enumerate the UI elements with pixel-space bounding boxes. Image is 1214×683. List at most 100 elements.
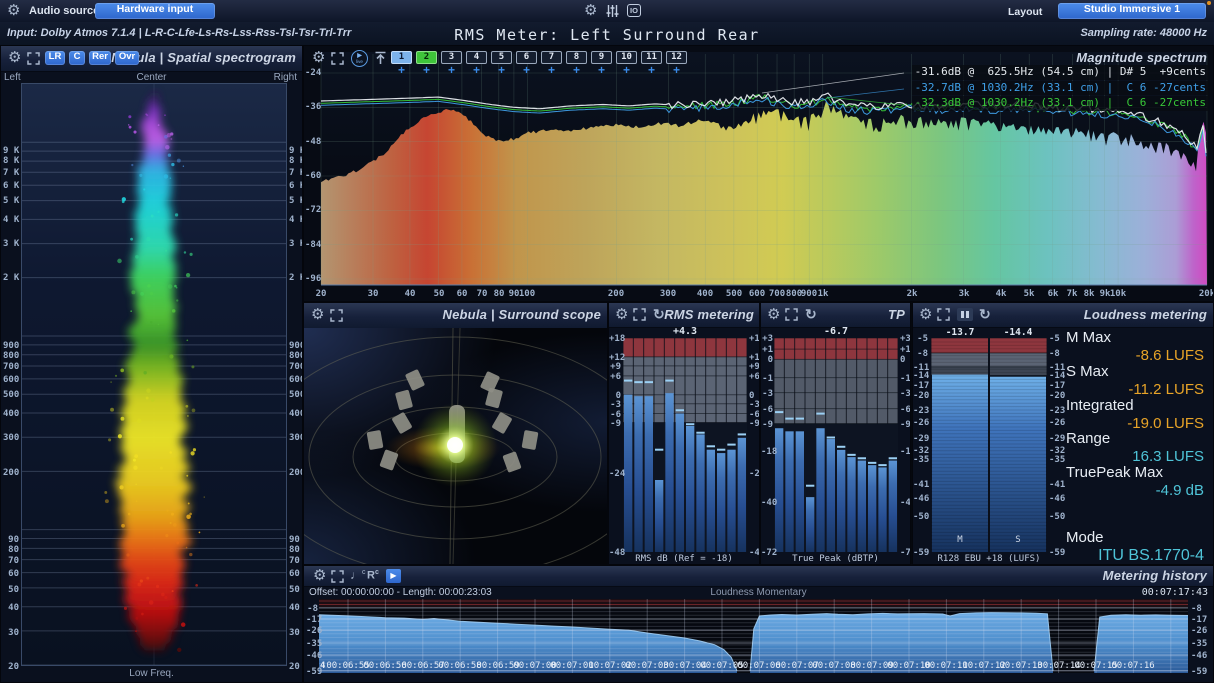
freq-tick-label: 30 <box>358 289 388 299</box>
meter-tick-label: +18 <box>749 334 760 344</box>
spectrum-slot-add-button-6[interactable]: + <box>516 63 537 75</box>
loudness-reset-icon[interactable] <box>979 307 991 321</box>
channel-button-c[interactable]: C <box>69 51 85 65</box>
mixer-icon[interactable] <box>606 4 619 18</box>
meter-tick-label: +3 <box>900 334 911 344</box>
meter-tick-label: -50 <box>1049 512 1064 522</box>
tp-meter-bars[interactable] <box>774 338 898 552</box>
freq-tick-label: 90 <box>289 535 303 545</box>
tp-settings-gear-icon[interactable] <box>767 307 780 322</box>
tp-fullscreen-icon[interactable] <box>785 308 798 321</box>
rms-title: RMS metering <box>664 307 754 322</box>
spectrum-slot-add-button-4[interactable]: + <box>466 63 487 75</box>
loudness-stat-label: TruePeak Max <box>1066 464 1163 481</box>
live-mode-button[interactable]: ▶live <box>351 50 368 67</box>
history-settings-gear-icon[interactable] <box>313 568 326 583</box>
loudness-s-value: -14.4 <box>989 327 1047 338</box>
freq-tick-label: 700 <box>3 362 19 372</box>
meter-tick-label: +3 <box>761 334 773 344</box>
spectrum-slot-add-button-10[interactable]: + <box>616 63 637 75</box>
meter-tick-label: +6 <box>609 372 621 382</box>
db-tick-label: -84 <box>305 240 319 250</box>
meter-tick-label: -41 <box>913 480 928 490</box>
pan-right-label: Right <box>274 72 297 83</box>
spectrum-readout: -31.6dB @ 625.5Hz (54.5 cm) | D# 5 +9cen… <box>912 65 1209 80</box>
freq-tick-label: 2 K <box>3 273 19 283</box>
freq-tick-label: 80 <box>3 545 19 555</box>
spectrum-readout-block: -31.6dB @ 625.5Hz (54.5 cm) | D# 5 +9cen… <box>912 65 1209 112</box>
tp-reset-icon[interactable] <box>805 307 817 321</box>
freq-tick-label: 20k <box>1192 289 1214 299</box>
scope-fullscreen-icon[interactable] <box>330 309 343 322</box>
scope-title: Nebula | Surround scope <box>443 307 601 322</box>
channel-button-lr[interactable]: LR <box>45 51 65 65</box>
meter-tick-label: -9 <box>749 419 760 429</box>
rms-meter-bars[interactable] <box>623 338 747 552</box>
channel-button-rer[interactable]: Rer <box>89 51 111 65</box>
tp-axis-label: True Peak (dBTP) <box>761 554 910 564</box>
history-series-label: Loudness Momentary <box>304 587 1213 598</box>
spectrum-settings-gear-icon[interactable] <box>312 50 325 65</box>
spectrum-slot-add-button-3[interactable]: + <box>441 63 462 75</box>
freq-tick-label: 20 <box>306 289 336 299</box>
spectrogram-fullscreen-icon[interactable] <box>27 52 40 65</box>
history-header <box>304 566 1213 587</box>
spectrum-slot-add-button-1[interactable]: + <box>391 63 412 75</box>
spectrum-slot-add-button-12[interactable]: + <box>666 63 687 75</box>
io-routing-icon[interactable]: IO <box>627 4 641 17</box>
freq-tick-label: 1k <box>808 289 838 299</box>
meter-tick-label: -5 <box>913 334 928 344</box>
meter-tick-label: -59 <box>1049 548 1064 558</box>
spectrum-slot-add-button-7[interactable]: + <box>541 63 562 75</box>
rms-axis-label: RMS dB (Ref = -18) <box>609 554 759 564</box>
sampling-rate-label: Sampling rate: 48000 Hz <box>1080 27 1207 39</box>
status-indicator-dot <box>1207 1 1211 5</box>
freq-tick-label: 900 <box>3 341 19 351</box>
loudness-stat-label: Integrated <box>1066 397 1134 414</box>
loudness-meter-bars[interactable] <box>931 338 1047 552</box>
spectrum-slot-add-button-11[interactable]: + <box>641 63 662 75</box>
loudness-fullscreen-icon[interactable] <box>937 308 950 321</box>
global-settings-gear-icon[interactable] <box>584 3 597 18</box>
loudness-title: Loudness metering <box>1084 307 1207 322</box>
history-db-tick-label: -17 <box>306 615 318 625</box>
scope-settings-gear-icon[interactable] <box>311 307 324 322</box>
spectrum-slot-add-button-9[interactable]: + <box>591 63 612 75</box>
freq-tick-label: 4 K <box>3 215 19 225</box>
tp-max-value: -6.7 <box>774 326 898 337</box>
freq-tick-label: 4k <box>986 289 1016 299</box>
rms-fullscreen-icon[interactable] <box>633 308 646 321</box>
relative-timecode-icon[interactable]: Rc <box>367 569 379 582</box>
layout-preset-button[interactable]: Studio Immersive 1 <box>1058 3 1206 19</box>
spectrum-slot-add-button-2[interactable]: + <box>416 63 437 75</box>
meter-tick-label: -40 <box>900 498 911 508</box>
freq-tick-label: 40 <box>289 603 303 613</box>
freq-tick-label: 2 K <box>289 273 303 283</box>
loudness-stat-label: Mode <box>1066 529 1104 546</box>
channel-button-ovr[interactable]: Ovr <box>115 51 139 65</box>
freq-tick-label: 8 K <box>3 156 19 166</box>
spectrogram-settings-gear-icon[interactable] <box>8 50 21 65</box>
rms-reset-icon[interactable] <box>653 307 665 321</box>
freq-tick-label: 500 <box>3 390 19 400</box>
rms-settings-gear-icon[interactable] <box>615 307 628 322</box>
loudness-pause-button[interactable] <box>957 308 973 321</box>
freq-tick-label: 40 <box>395 289 425 299</box>
peak-hold-icon[interactable] <box>374 51 387 66</box>
spectrum-slot-add-button-8[interactable]: + <box>566 63 587 75</box>
spectrum-slot-add-button-5[interactable]: + <box>491 63 512 75</box>
freq-tick-label: 600 <box>289 375 303 385</box>
hardware-input-button[interactable]: Hardware input <box>95 3 215 19</box>
meter-tick-label: -46 <box>1049 494 1064 504</box>
history-fullscreen-icon[interactable] <box>331 570 344 583</box>
history-db-tick-label: -17 <box>1191 615 1211 625</box>
meter-tick-label: -6 <box>761 405 773 415</box>
history-play-button[interactable]: ▶ <box>386 569 401 583</box>
meter-tick-label: -8 <box>913 349 928 359</box>
timecode-mode-icon[interactable]: ♩c <box>350 568 366 582</box>
audio-settings-gear-icon[interactable] <box>7 3 20 18</box>
freq-tick-label: 300 <box>3 433 19 443</box>
meter-tick-label: 0 <box>900 355 911 365</box>
loudness-settings-gear-icon[interactable] <box>919 307 932 322</box>
spectrum-fullscreen-icon[interactable] <box>331 52 344 65</box>
